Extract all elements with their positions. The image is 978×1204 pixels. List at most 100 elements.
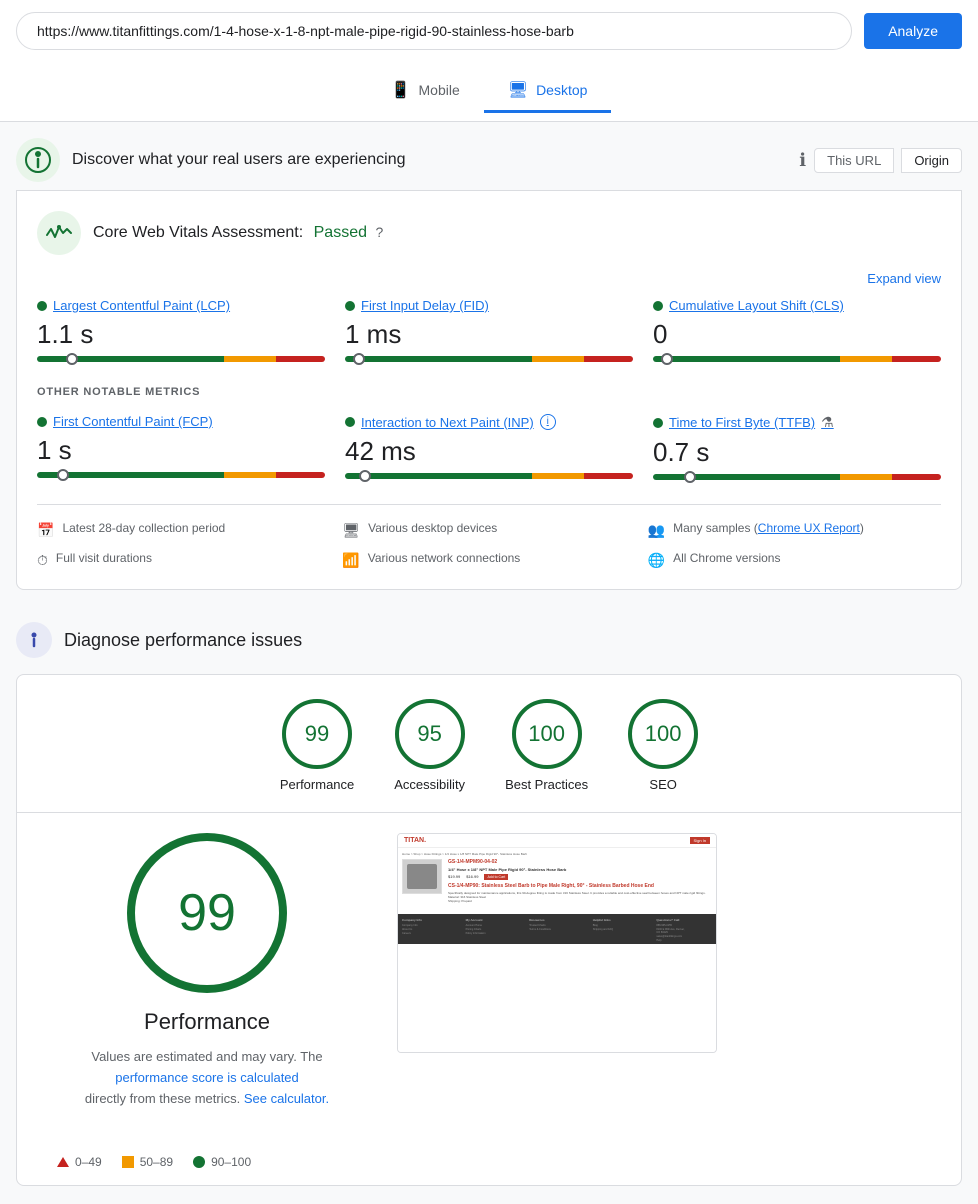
- ttfb-needle: [684, 471, 696, 483]
- cls-label-text: Cumulative Layout Shift (CLS): [669, 298, 844, 313]
- footer-item-2-text: Many samples (Chrome UX Report): [673, 521, 864, 535]
- fail-range: 0–49: [75, 1155, 102, 1169]
- cwv-section: Core Web Vitals Assessment: Passed ? Exp…: [16, 190, 962, 590]
- other-metrics-header: OTHER NOTABLE METRICS: [37, 386, 941, 398]
- ttfb-lab-icon: ⚗: [821, 414, 834, 431]
- other-metrics-grid: First Contentful Paint (FCP) 1 s Interac…: [37, 414, 941, 484]
- tab-mobile[interactable]: 📱 Mobile: [367, 70, 484, 113]
- perf-big-title: Performance: [144, 1009, 270, 1035]
- this-url-button[interactable]: This URL: [814, 148, 894, 173]
- score-performance: 99 Performance: [280, 699, 354, 792]
- tab-bar: 📱 Mobile 🖥 Desktop: [0, 62, 978, 122]
- screenshot-content: TITAN. Sign In Home > Shop > Hose Fittin…: [398, 834, 716, 1052]
- info-icon[interactable]: ℹ: [799, 150, 806, 171]
- perf-desc-1: Values are estimated and may vary. The: [91, 1049, 322, 1064]
- metric-fcp: First Contentful Paint (FCP) 1 s: [37, 414, 325, 484]
- cwv-status: Passed: [314, 224, 367, 241]
- lcp-bar: [37, 356, 325, 362]
- ttfb-label-text: Time to First Byte (TTFB): [669, 415, 815, 430]
- metric-inp: Interaction to Next Paint (INP) i 42 ms: [345, 414, 633, 484]
- cls-label[interactable]: Cumulative Layout Shift (CLS): [653, 298, 941, 313]
- cls-dot: [653, 301, 663, 311]
- network-icon: 📶: [342, 552, 359, 569]
- footer-item-1-text: Various desktop devices: [368, 521, 497, 535]
- lcp-value: 1.1 s: [37, 319, 325, 350]
- timer-icon: ⏱: [37, 552, 48, 569]
- url-input[interactable]: [16, 12, 852, 50]
- score-circle-best-practices: 100: [512, 699, 582, 769]
- cls-needle: [661, 353, 673, 365]
- cls-value: 0: [653, 319, 941, 350]
- lcp-needle: [66, 353, 78, 365]
- fcp-value: 1 s: [37, 435, 325, 466]
- inp-info-icon[interactable]: i: [540, 414, 556, 430]
- footer-item-2: 👥 Many samples (Chrome UX Report): [648, 521, 941, 539]
- fid-label[interactable]: First Input Delay (FID): [345, 298, 633, 313]
- score-label-performance: Performance: [280, 777, 354, 792]
- expand-view-link[interactable]: Expand view: [37, 271, 941, 286]
- crux-title: Discover what your real users are experi…: [72, 151, 405, 169]
- cwv-help-icon[interactable]: ?: [375, 224, 383, 240]
- cwv-label-text: Core Web Vitals Assessment:: [93, 224, 303, 241]
- fcp-label-text: First Contentful Paint (FCP): [53, 414, 213, 429]
- perf-calc-link[interactable]: performance score is calculated: [115, 1070, 299, 1085]
- footer-item-0-text: Latest 28-day collection period: [62, 521, 225, 535]
- score-circle-performance: 99: [282, 699, 352, 769]
- performance-detail: 99 Performance Values are estimated and …: [17, 812, 961, 1139]
- footer-item-0: 📅 Latest 28-day collection period: [37, 521, 330, 539]
- pass-range: 90–100: [211, 1155, 251, 1169]
- fcp-bar: [37, 472, 325, 478]
- cwv-assessment-label: Core Web Vitals Assessment: Passed ?: [93, 224, 383, 242]
- inp-label[interactable]: Interaction to Next Paint (INP) i: [345, 414, 633, 430]
- footer-item-5-text: All Chrome versions: [673, 551, 780, 565]
- cwv-assessment-header: Core Web Vitals Assessment: Passed ?: [37, 211, 941, 255]
- footer-item-1: 🖥 Various desktop devices: [342, 521, 635, 539]
- ttfb-bar: [653, 474, 941, 480]
- tab-mobile-label: Mobile: [419, 82, 460, 98]
- chrome-ux-link[interactable]: Chrome UX Report: [758, 521, 860, 535]
- fail-icon: [57, 1157, 69, 1167]
- desktop-icon: 🖥: [508, 80, 528, 100]
- fcp-label[interactable]: First Contentful Paint (FCP): [37, 414, 325, 429]
- fid-label-text: First Input Delay (FID): [361, 298, 489, 313]
- score-circle-seo: 100: [628, 699, 698, 769]
- average-icon: [122, 1156, 134, 1168]
- cwv-wave-icon: [37, 211, 81, 255]
- perf-desc-2: directly from these metrics.: [85, 1091, 240, 1106]
- footer-item-3-text: Full visit durations: [56, 551, 152, 565]
- footer-item-3: ⏱ Full visit durations: [37, 551, 330, 569]
- score-best-practices: 100 Best Practices: [505, 699, 588, 792]
- lcp-label-text: Largest Contentful Paint (LCP): [53, 298, 230, 313]
- score-circle-accessibility: 95: [395, 699, 465, 769]
- mobile-icon: 📱: [391, 80, 411, 100]
- fcp-needle: [57, 469, 69, 481]
- inp-needle: [359, 470, 371, 482]
- footer-info-grid: 📅 Latest 28-day collection period 🖥 Vari…: [37, 504, 941, 569]
- footer-item-4: 📶 Various network connections: [342, 551, 635, 569]
- metric-lcp: Largest Contentful Paint (LCP) 1.1 s: [37, 298, 325, 366]
- ttfb-value: 0.7 s: [653, 437, 941, 468]
- inp-bar: [345, 473, 633, 479]
- lcp-dot: [37, 301, 47, 311]
- fid-value: 1 ms: [345, 319, 633, 350]
- devices-icon: 🖥: [342, 522, 360, 539]
- fcp-dot: [37, 417, 47, 427]
- perf-left-panel: 99 Performance Values are estimated and …: [57, 833, 357, 1109]
- score-label-best-practices: Best Practices: [505, 777, 588, 792]
- diagnose-icon: [16, 622, 52, 658]
- average-range: 50–89: [140, 1155, 173, 1169]
- ttfb-label[interactable]: Time to First Byte (TTFB) ⚗: [653, 414, 941, 431]
- see-calculator-link[interactable]: See calculator.: [244, 1091, 329, 1106]
- lcp-label[interactable]: Largest Contentful Paint (LCP): [37, 298, 325, 313]
- analyze-button[interactable]: Analyze: [864, 13, 962, 49]
- inp-dot: [345, 417, 355, 427]
- metric-ttfb: Time to First Byte (TTFB) ⚗ 0.7 s: [653, 414, 941, 484]
- score-legend: 0–49 50–89 90–100: [57, 1155, 921, 1169]
- diagnose-header-row: Diagnose performance issues: [0, 606, 978, 674]
- tab-desktop[interactable]: 🖥 Desktop: [484, 70, 612, 113]
- ttfb-dot: [653, 418, 663, 428]
- crux-icon: [16, 138, 60, 182]
- origin-button[interactable]: Origin: [901, 148, 962, 173]
- fid-bar: [345, 356, 633, 362]
- scores-section: 99 Performance 95 Accessibility 100 Best…: [16, 674, 962, 1186]
